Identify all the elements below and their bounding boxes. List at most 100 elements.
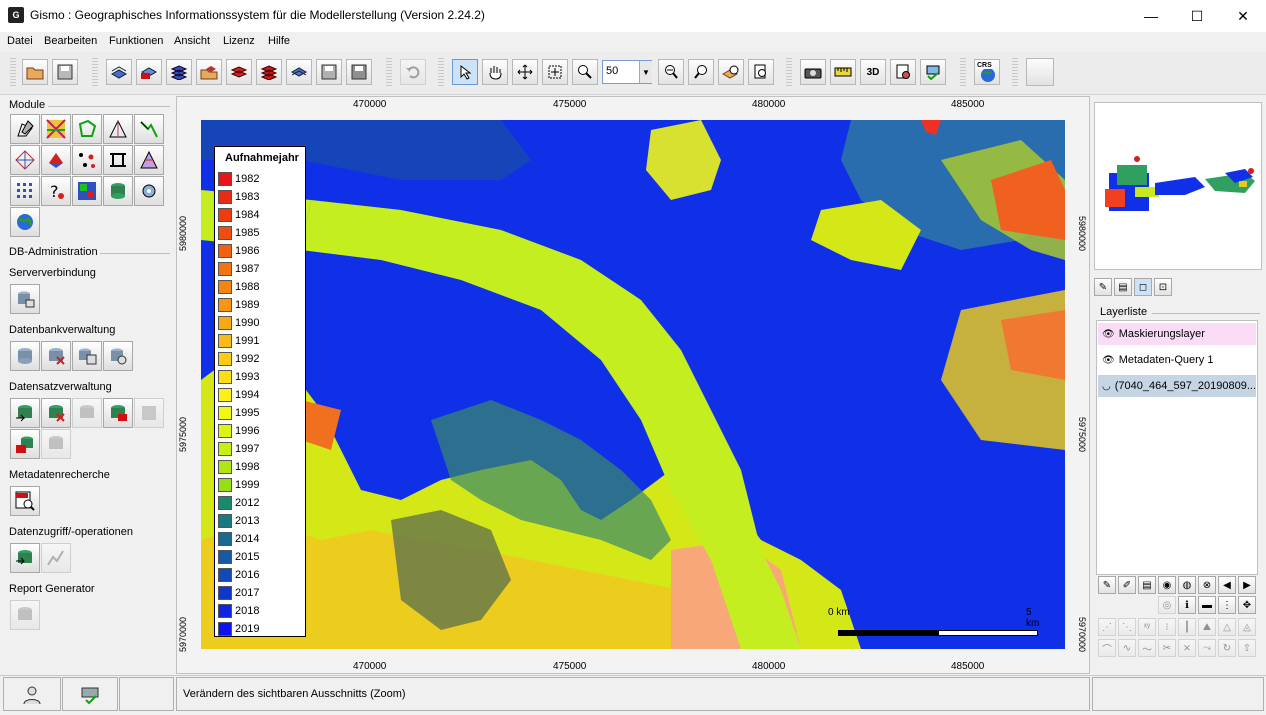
eye-icon[interactable]: 👁: [1102, 329, 1115, 340]
eye-icon[interactable]: 👁: [1102, 355, 1115, 366]
undo-icon[interactable]: [400, 59, 426, 85]
layer-metadata-icon[interactable]: [136, 59, 162, 85]
module-query-icon[interactable]: ?: [41, 176, 71, 206]
scatter-tool-icon[interactable]: ⁝: [1158, 618, 1176, 636]
status-user-icon[interactable]: [3, 677, 61, 711]
layer-load-icon[interactable]: [106, 59, 132, 85]
module-classify-icon[interactable]: [72, 176, 102, 206]
map-canvas[interactable]: [201, 120, 1065, 649]
menu-ansicht[interactable]: Ansicht: [174, 35, 210, 47]
module-raster-icon[interactable]: [10, 176, 40, 206]
layer-grid-icon[interactable]: ⋮: [1218, 596, 1236, 614]
layer-red-icon[interactable]: [226, 59, 252, 85]
module-points-icon[interactable]: [72, 145, 102, 175]
zoom-previous-icon[interactable]: [688, 59, 714, 85]
dataset-metadata-icon[interactable]: [103, 398, 133, 428]
layer-hide-icon[interactable]: ◍: [1178, 576, 1196, 594]
open-folder-icon[interactable]: [22, 59, 48, 85]
points-tool-icon[interactable]: ⋱: [1118, 618, 1136, 636]
layer-red-stack-icon[interactable]: [256, 59, 282, 85]
zoom-in-icon[interactable]: [572, 59, 598, 85]
close-button[interactable]: ✕: [1220, 0, 1266, 32]
menu-bearbeiten[interactable]: Bearbeiten: [44, 35, 97, 47]
status-ok-icon[interactable]: [62, 677, 118, 711]
layer-expand-icon[interactable]: ✥: [1238, 596, 1256, 614]
layer-info-icon[interactable]: ℹ: [1178, 596, 1196, 614]
dataset-md-icon[interactable]: [10, 429, 40, 459]
empty-toolbar-slot[interactable]: [1026, 58, 1054, 86]
dataset-export-icon[interactable]: [134, 398, 164, 428]
module-globe-icon[interactable]: [10, 207, 40, 237]
pan-hand-icon[interactable]: [482, 59, 508, 85]
data-access-icon[interactable]: [10, 543, 40, 573]
select-extent-icon[interactable]: ◻: [1134, 278, 1152, 296]
dataset-archive-icon[interactable]: [41, 429, 71, 459]
triangle-alt-tool-icon[interactable]: ◬: [1238, 618, 1256, 636]
menu-hilfe[interactable]: Hilfe: [268, 35, 290, 47]
layer-item-raster[interactable]: ◡ (7040_464_597_20190809...: [1098, 375, 1256, 397]
module-digitize-icon[interactable]: [10, 114, 40, 144]
save-layer-icon[interactable]: [316, 59, 342, 85]
menu-datei[interactable]: Datei: [7, 35, 33, 47]
select-pointer-icon[interactable]: [452, 59, 478, 85]
layer-edit-delete-icon[interactable]: ✐: [1118, 576, 1136, 594]
curve-tool-icon[interactable]: ⌒: [1098, 639, 1116, 657]
zoom-extent-icon[interactable]: [542, 59, 568, 85]
module-settings-icon[interactable]: [134, 176, 164, 206]
layer-item-maskierungslayer[interactable]: 👁 Maskierungslayer: [1098, 323, 1256, 345]
module-profile-icon[interactable]: [103, 145, 133, 175]
move-left-icon[interactable]: ◀: [1218, 576, 1236, 594]
layer-visibility-icon[interactable]: ◉: [1158, 576, 1176, 594]
server-connect-icon[interactable]: [10, 284, 40, 314]
edit-properties-icon[interactable]: ▤: [1114, 278, 1132, 296]
layer-grid-icon[interactable]: [286, 59, 312, 85]
layer-dock-icon[interactable]: ▬: [1198, 596, 1216, 614]
ruler-measure-icon[interactable]: [830, 59, 856, 85]
save-icon[interactable]: [52, 59, 78, 85]
menu-funktionen[interactable]: Funktionen: [109, 35, 163, 47]
module-polygon-icon[interactable]: [72, 114, 102, 144]
wave-tool-icon[interactable]: 〜: [1138, 639, 1156, 657]
zoom-full-icon[interactable]: [512, 59, 538, 85]
database-delete-icon[interactable]: [41, 341, 71, 371]
validate-check-icon[interactable]: [920, 59, 946, 85]
module-tin-icon[interactable]: [10, 145, 40, 175]
move-right-icon[interactable]: ▶: [1238, 576, 1256, 594]
module-map-icon[interactable]: [41, 114, 71, 144]
zoom-document-icon[interactable]: [748, 59, 774, 85]
camera-icon[interactable]: [800, 59, 826, 85]
curve-alt-tool-icon[interactable]: ∿: [1118, 639, 1136, 657]
view-3d-icon[interactable]: 3D: [860, 59, 886, 85]
database-icon[interactable]: [10, 341, 40, 371]
zoom-layer-icon[interactable]: [718, 59, 744, 85]
merge-tool-icon[interactable]: ⨯: [1178, 639, 1196, 657]
save-all-icon[interactable]: [346, 59, 372, 85]
crs-globe-icon[interactable]: CRS: [974, 59, 1000, 85]
eye-closed-icon[interactable]: ◡: [1102, 381, 1111, 392]
layer-edit-icon[interactable]: ✎: [1098, 576, 1116, 594]
menu-lizenz[interactable]: Lizenz: [223, 35, 255, 47]
report-generator-icon[interactable]: [10, 600, 40, 630]
layer-delete-icon[interactable]: ⊗: [1198, 576, 1216, 594]
dataset-delete-icon[interactable]: [41, 398, 71, 428]
maximize-button[interactable]: ☐: [1174, 0, 1220, 32]
cut-tool-icon[interactable]: ✂: [1158, 639, 1176, 657]
zoom-dropdown-arrow[interactable]: ▼: [639, 61, 652, 83]
module-db-stack-icon[interactable]: [103, 176, 133, 206]
data-chart-icon[interactable]: [41, 543, 71, 573]
bar-tool-icon[interactable]: ┃: [1178, 618, 1196, 636]
zoom-out-icon[interactable]: [658, 59, 684, 85]
metadata-xml-search-icon[interactable]: [10, 486, 40, 516]
layer-properties-icon[interactable]: ▤: [1138, 576, 1156, 594]
overview-map[interactable]: [1094, 102, 1262, 270]
layer-folder-icon[interactable]: [196, 59, 222, 85]
database-settings-icon[interactable]: [103, 341, 133, 371]
database-copy-icon[interactable]: [72, 341, 102, 371]
dataset-add-icon[interactable]: [10, 398, 40, 428]
xy-tool-icon[interactable]: ˣʸ: [1138, 618, 1156, 636]
layers-stack-icon[interactable]: [166, 59, 192, 85]
minimize-button[interactable]: —: [1128, 0, 1174, 32]
up-tool-icon[interactable]: ⇧: [1238, 639, 1256, 657]
module-volume-icon[interactable]: [41, 145, 71, 175]
point-tool-icon[interactable]: ⋰: [1098, 618, 1116, 636]
